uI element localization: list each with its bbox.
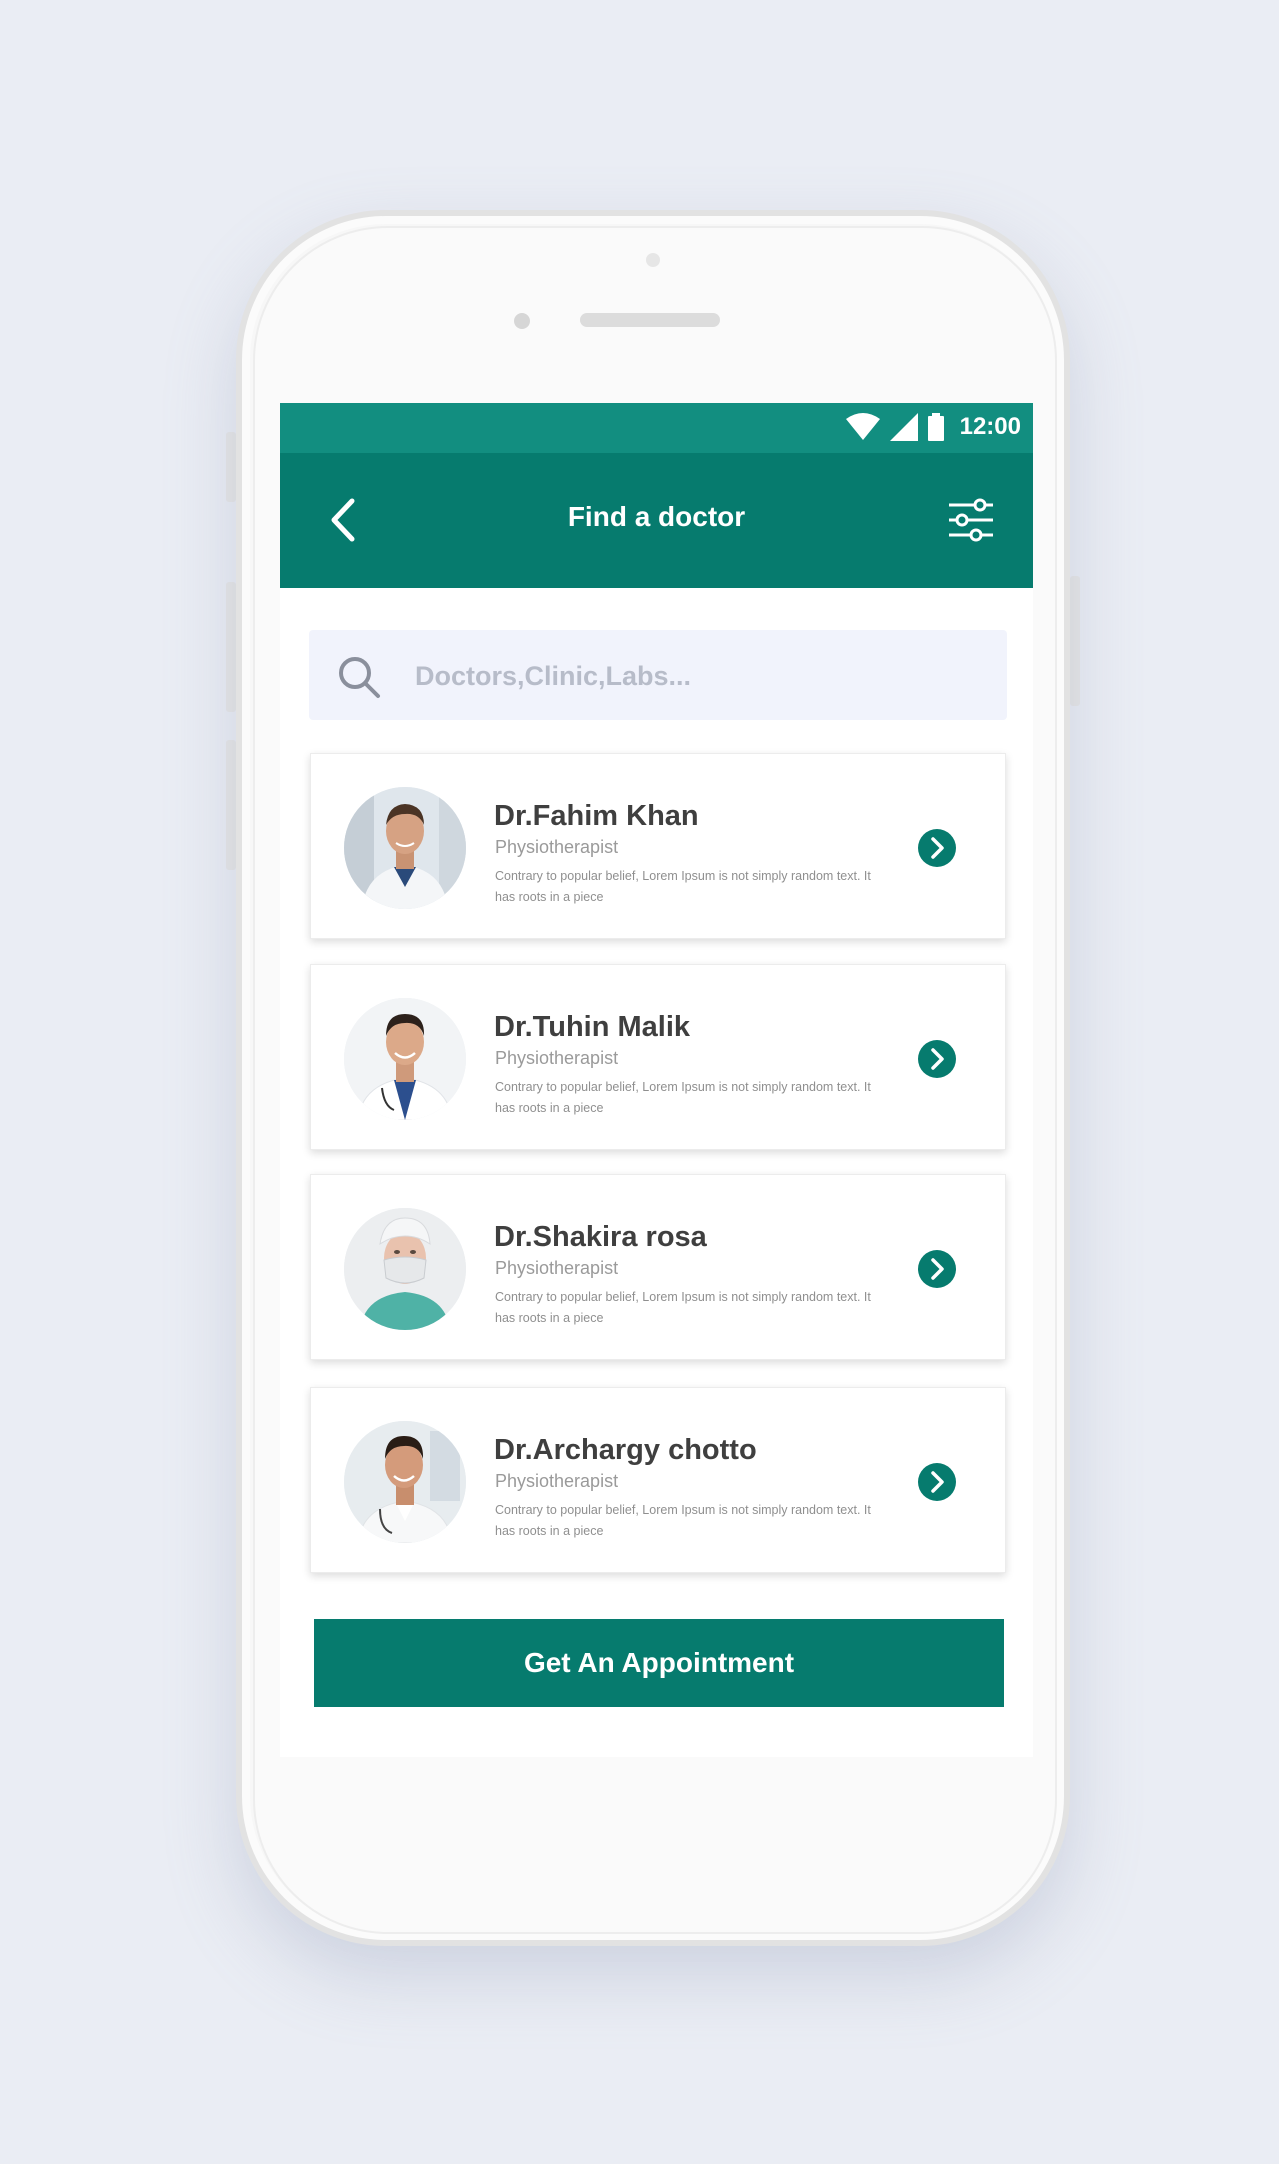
search-input[interactable]: [413, 650, 977, 702]
doctor-description: Contrary to popular belief, Lorem Ipsum …: [495, 1080, 871, 1115]
doctor-specialty: Physiotherapist: [495, 837, 619, 857]
view-doctor-button[interactable]: [918, 1040, 956, 1078]
doctor-name: Dr.Shakira rosa: [494, 1221, 707, 1253]
view-doctor-button[interactable]: [918, 829, 956, 867]
filter-button[interactable]: [947, 497, 995, 543]
chevron-right-icon: [931, 1471, 944, 1493]
phone-volume-up: [226, 582, 236, 712]
doctor-avatar: [344, 787, 466, 909]
earpiece-speaker: [580, 313, 720, 327]
sliders-icon: [949, 498, 993, 542]
battery-icon: [927, 413, 944, 441]
status-bar: 12:00: [280, 403, 1033, 453]
phone-power-button: [1070, 576, 1080, 706]
doctor-avatar: [344, 1208, 466, 1330]
doctor-photo: [344, 787, 466, 909]
doctor-description: Contrary to popular belief, Lorem Ipsum …: [495, 1503, 871, 1538]
doctor-name: Dr.Tuhin Malik: [494, 1011, 691, 1043]
cell-signal-icon: [889, 413, 918, 441]
doctor-avatar: [344, 1421, 466, 1543]
chevron-right-icon: [931, 1258, 944, 1280]
doctor-description: Contrary to popular belief, Lorem Ipsum …: [495, 1290, 871, 1325]
wifi-icon: [845, 413, 880, 440]
status-icons: 12:00: [845, 413, 1021, 441]
status-time: 12:00: [959, 413, 1021, 440]
front-camera: [646, 253, 660, 267]
chevron-right-icon: [931, 1048, 944, 1070]
doctor-specialty: Physiotherapist: [495, 1258, 619, 1278]
doctor-card-fahim-khan[interactable]: Dr.Fahim Khan Physiotherapist Contrary t…: [310, 753, 1006, 939]
doctor-name: Dr.Archargy chotto: [494, 1434, 757, 1466]
get-appointment-button[interactable]: Get An Appointment: [314, 1619, 1004, 1707]
app-screen: 12:00 Find a doctor Doctors,Clinic,Labs.…: [280, 403, 1033, 1757]
search-icon: [339, 657, 380, 698]
view-doctor-button[interactable]: [918, 1463, 956, 1501]
search-bar[interactable]: [309, 630, 1007, 720]
doctor-description: Contrary to popular belief, Lorem Ipsum …: [495, 869, 871, 904]
chevron-right-icon: [931, 837, 944, 859]
phone-volume-down: [226, 740, 236, 870]
view-doctor-button[interactable]: [918, 1250, 956, 1288]
app-header: Find a doctor: [280, 453, 1033, 588]
page-title: Find a doctor: [567, 501, 746, 532]
doctor-avatar: [344, 998, 466, 1120]
proximity-sensor: [514, 313, 530, 329]
doctor-photo: [344, 1421, 466, 1543]
doctor-specialty: Physiotherapist: [495, 1048, 619, 1068]
page-canvas: 12:00 Find a doctor Doctors,Clinic,Labs.…: [0, 0, 1279, 2164]
phone-mute-switch: [226, 432, 236, 502]
doctor-photo: [344, 998, 466, 1120]
doctor-name: Dr.Fahim Khan: [494, 800, 699, 832]
doctor-card-tuhin-malik[interactable]: Dr.Tuhin Malik Physiotherapist Contrary …: [310, 964, 1006, 1150]
doctor-card-archargy-chotto[interactable]: Dr.Archargy chotto Physiotherapist Contr…: [310, 1387, 1006, 1573]
doctor-photo: [344, 1208, 466, 1330]
doctor-card-shakira-rosa[interactable]: Dr.Shakira rosa Physiotherapist Contrary…: [310, 1174, 1006, 1360]
doctor-specialty: Physiotherapist: [495, 1471, 619, 1491]
